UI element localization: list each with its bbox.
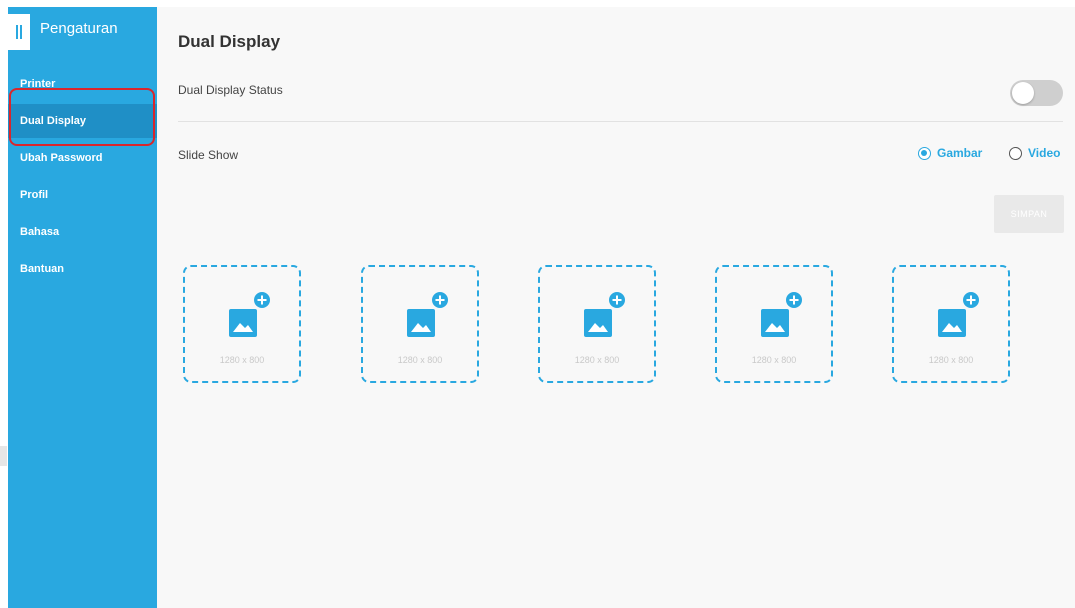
image-upload-slot-3[interactable]: 1280 x 800 <box>538 265 656 383</box>
image-upload-slot-4[interactable]: 1280 x 800 <box>715 265 833 383</box>
plus-circle-icon <box>432 292 448 308</box>
image-icon <box>938 309 966 337</box>
page-title: Dual Display <box>178 32 281 51</box>
image-size-label: 1280 x 800 <box>751 355 797 365</box>
sidebar-item-ubah-password[interactable]: Ubah Password <box>8 141 157 175</box>
sidebar: Pengaturan Printer Dual Display Ubah Pas… <box>8 7 157 608</box>
sidebar-item-profil[interactable]: Profil <box>8 178 157 212</box>
sidebar-item-bantuan[interactable]: Bantuan <box>8 252 157 286</box>
image-icon <box>229 309 257 337</box>
sidebar-title: Pengaturan <box>40 20 118 37</box>
radio-checked-icon <box>918 146 931 160</box>
divider <box>178 121 1063 122</box>
dual-display-status-label: Dual Display Status <box>178 83 283 97</box>
sidebar-item-printer[interactable]: Printer <box>8 67 157 101</box>
image-icon <box>407 309 435 337</box>
radio-video-label: Video <box>1028 146 1061 160</box>
dual-display-status-toggle[interactable] <box>1010 80 1063 106</box>
radio-video[interactable]: Video <box>1009 146 1060 160</box>
plus-circle-icon <box>963 292 979 308</box>
radio-unchecked-icon <box>1009 146 1022 160</box>
plus-circle-icon <box>254 292 270 308</box>
image-size-label: 1280 x 800 <box>397 355 443 365</box>
radio-gambar-label: Gambar <box>937 146 983 160</box>
sidebar-item-bahasa[interactable]: Bahasa <box>8 215 157 249</box>
sidebar-header: Pengaturan <box>8 7 157 59</box>
plus-circle-icon <box>786 292 802 308</box>
image-icon <box>584 309 612 337</box>
image-size-label: 1280 x 800 <box>219 355 265 365</box>
image-icon <box>761 309 789 337</box>
radio-gambar[interactable]: Gambar <box>918 146 982 160</box>
image-upload-slot-2[interactable]: 1280 x 800 <box>361 265 479 383</box>
slide-show-label: Slide Show <box>178 148 239 162</box>
sidebar-item-dual-display[interactable]: Dual Display <box>8 104 157 138</box>
image-size-label: 1280 x 800 <box>574 355 620 365</box>
toggle-knob <box>1012 82 1034 104</box>
image-upload-slot-1[interactable]: 1280 x 800 <box>183 265 301 383</box>
image-upload-slot-5[interactable]: 1280 x 800 <box>892 265 1010 383</box>
save-button[interactable]: SIMPAN <box>994 195 1064 233</box>
image-size-label: 1280 x 800 <box>928 355 974 365</box>
main-panel: Dual Display Dual Display Status Slide S… <box>157 7 1075 608</box>
left-gap <box>0 0 8 608</box>
cropped-top-text <box>0 0 1075 7</box>
menu-icon[interactable] <box>8 14 30 50</box>
scroll-marker <box>0 446 7 466</box>
plus-circle-icon <box>609 292 625 308</box>
